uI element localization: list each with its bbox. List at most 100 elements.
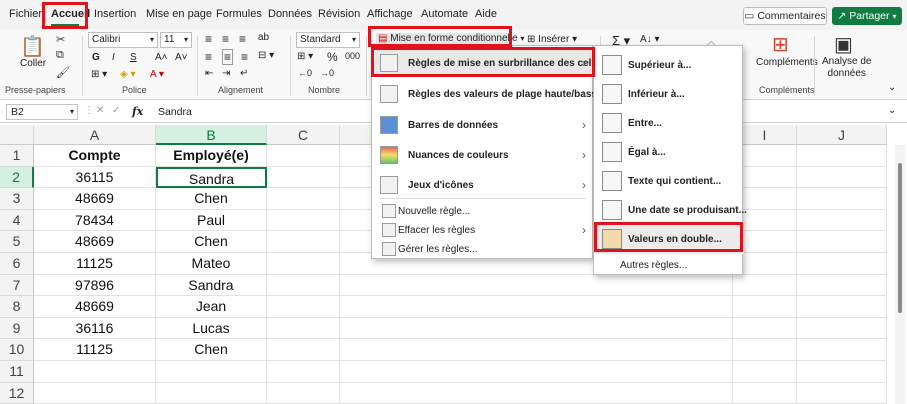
share-button[interactable]: ↗ Partager ▾ (832, 7, 902, 25)
cancel-icon[interactable]: ✕ (96, 105, 104, 116)
table-cell[interactable]: 48669 (34, 296, 156, 318)
table-cell[interactable]: 48669 (34, 188, 156, 210)
table-cell[interactable]: 78434 (34, 209, 156, 232)
table-cell[interactable]: 11125 (34, 253, 156, 275)
table-cell[interactable]: 11125 (34, 339, 156, 361)
wrap-text-icon[interactable]: ↵ (240, 68, 248, 79)
tab-donnees[interactable]: Données (268, 8, 312, 20)
grid-cell[interactable] (267, 361, 340, 383)
column-header-b[interactable]: B (156, 125, 267, 145)
vertical-scrollbar[interactable] (895, 145, 905, 404)
insert-cells-button[interactable]: ⊞ Insérer ▾ (527, 34, 577, 45)
grid-cell[interactable] (797, 382, 887, 404)
grid-cell[interactable] (797, 209, 887, 232)
font-color-icon[interactable]: A ▾ (150, 69, 164, 80)
grid-cell[interactable] (267, 339, 340, 361)
paste-label[interactable]: Coller (20, 58, 46, 69)
merge-icon[interactable]: ⊟ ▾ (258, 50, 274, 61)
grid-cell[interactable] (340, 274, 733, 297)
bold-button[interactable]: G (92, 52, 100, 63)
grid-cell[interactable] (733, 382, 797, 404)
font-grow-button[interactable]: A˄ (155, 52, 168, 63)
table-cell[interactable]: Lucas (156, 317, 267, 340)
row-header[interactable]: 1 (0, 145, 34, 167)
confirm-icon[interactable]: ✓ (112, 105, 120, 116)
row-header[interactable]: 11 (0, 361, 34, 383)
column-header-a[interactable]: A (34, 125, 156, 145)
submenu-between[interactable]: Entre... (594, 109, 744, 138)
grid-cell[interactable] (797, 317, 887, 340)
row-header[interactable]: 8 (0, 296, 34, 318)
grid-cell[interactable] (797, 166, 887, 189)
more-options-icon[interactable]: ⋮ (84, 105, 94, 116)
grid-cell[interactable] (733, 361, 797, 383)
grid-cell[interactable] (267, 166, 340, 189)
table-cell[interactable]: 97896 (34, 274, 156, 297)
row-header[interactable]: 5 (0, 231, 34, 253)
table-header-cell[interactable]: Employé(e) (156, 145, 267, 167)
column-header-c[interactable]: C (267, 125, 340, 145)
grid-cell[interactable] (797, 231, 887, 253)
table-cell[interactable]: Chen (156, 339, 267, 361)
italic-button[interactable]: I (112, 52, 115, 63)
currency-icon[interactable]: ⊞ ▾ (297, 51, 313, 62)
grid-cell[interactable] (340, 296, 733, 318)
column-header-j[interactable]: J (797, 125, 887, 145)
submenu-less-than[interactable]: Inférieur à... (594, 80, 744, 109)
table-cell[interactable]: Paul (156, 209, 267, 232)
tab-automate[interactable]: Automate (421, 8, 468, 20)
name-box[interactable]: B2 ▾ (6, 104, 78, 120)
grid-cell[interactable] (797, 253, 887, 275)
grid-cell[interactable] (340, 361, 733, 383)
row-header[interactable]: 7 (0, 274, 34, 297)
table-cell[interactable]: Sandra (156, 274, 267, 297)
grid-cell[interactable] (267, 145, 340, 167)
align-bottom-icon[interactable]: ≡ (239, 32, 246, 46)
fx-icon[interactable]: fx (132, 105, 143, 118)
analyze-data-icon[interactable]: ▣ (834, 32, 853, 57)
sort-filter-icon[interactable]: A↓ ▾ (640, 34, 659, 45)
menu-item-new-rule[interactable]: Nouvelle règle... (372, 201, 594, 221)
tab-insertion[interactable]: Insertion (94, 8, 136, 20)
submenu-equal-to[interactable]: Égal à... (594, 138, 744, 167)
table-cell[interactable]: Mateo (156, 253, 267, 275)
grid-cell[interactable] (267, 231, 340, 253)
grid-cell[interactable] (267, 253, 340, 275)
font-shrink-button[interactable]: A˅ (175, 52, 188, 63)
number-format-combo[interactable]: Standard ▾ (296, 32, 360, 48)
grid-cell[interactable] (267, 274, 340, 297)
table-cell[interactable]: Chen (156, 231, 267, 253)
decrease-decimal-icon[interactable]: →0 (320, 68, 334, 78)
decrease-indent-icon[interactable]: ⇤ (205, 68, 213, 79)
format-painter-icon[interactable]: 🖌 (56, 66, 70, 79)
menu-item-clear-rules[interactable]: Effacer les règles › (372, 220, 594, 240)
addins-label[interactable]: Compléments (756, 57, 818, 68)
table-cell[interactable]: 36115 (34, 166, 156, 189)
submenu-greater-than[interactable]: Supérieur à... (594, 51, 744, 80)
grid-cell[interactable] (267, 317, 340, 340)
comments-button[interactable]: ▭ Commentaires (743, 7, 827, 25)
submenu-date-occurring[interactable]: Une date se produisant... (594, 196, 747, 225)
tab-affichage[interactable]: Affichage (367, 8, 413, 20)
menu-item-manage-rules[interactable]: Gérer les règles... (372, 239, 594, 259)
grid-cell[interactable] (34, 361, 156, 383)
addins-icon[interactable]: ⊞ (772, 32, 789, 57)
table-cell[interactable]: 48669 (34, 231, 156, 253)
grid-cell[interactable] (267, 382, 340, 404)
row-header[interactable]: 3 (0, 188, 34, 210)
table-cell[interactable]: Chen (156, 188, 267, 210)
grid-cell[interactable] (34, 382, 156, 404)
borders-icon[interactable]: ⊞ ▾ (91, 69, 107, 80)
row-header[interactable]: 6 (0, 253, 34, 275)
chevron-down-icon[interactable]: ⌄ (888, 82, 896, 93)
align-top-icon[interactable]: ≡ (205, 32, 212, 46)
tab-mise-en-page[interactable]: Mise en page (146, 8, 212, 20)
tab-revision[interactable]: Révision (318, 8, 360, 20)
grid-cell[interactable] (267, 209, 340, 232)
row-header[interactable]: 10 (0, 339, 34, 361)
chevron-down-icon[interactable]: ⌄ (888, 105, 896, 116)
orientation-icon[interactable]: ab (258, 32, 269, 43)
underline-button[interactable]: S (130, 52, 137, 63)
table-cell[interactable]: 36116 (34, 317, 156, 340)
grid-cell[interactable] (733, 274, 797, 297)
